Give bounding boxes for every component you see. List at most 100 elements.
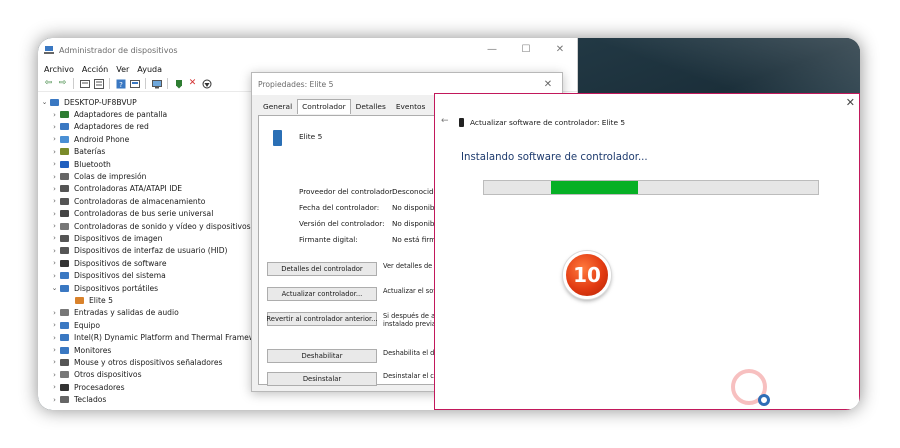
show-list-icon[interactable] <box>79 78 90 89</box>
maximize-button[interactable]: ☐ <box>509 38 543 62</box>
back-arrow-icon[interactable]: ← <box>441 116 449 126</box>
tree-item-label: Intel(R) Dynamic Platform and Thermal Fr… <box>74 333 256 343</box>
processor-icon <box>59 383 70 392</box>
tree-item-label: Adaptadores de pantalla <box>74 110 168 120</box>
toolbar-separator <box>145 78 146 89</box>
update-driver-wizard: ✕ ← Actualizar software de controlador: … <box>434 93 860 410</box>
toolbar-separator <box>73 78 74 89</box>
portable-device-icon <box>273 130 282 146</box>
chevron-right-icon[interactable]: › <box>50 321 59 329</box>
info-label: Fecha del controlador: <box>299 203 380 212</box>
chevron-right-icon[interactable]: › <box>50 383 59 391</box>
view-icon[interactable] <box>129 78 140 89</box>
chevron-right-icon[interactable]: › <box>50 247 59 255</box>
chevron-down-icon[interactable]: ⌄ <box>50 284 59 292</box>
chevron-right-icon[interactable]: › <box>50 234 59 242</box>
tree-item-label: Elite 5 <box>89 295 113 305</box>
close-button[interactable]: ✕ <box>543 38 577 62</box>
properties-icon[interactable] <box>93 78 104 89</box>
device-manager-icon <box>44 45 54 55</box>
rollback-driver-button[interactable]: Revertir al controlador anterior... <box>266 312 378 326</box>
chevron-right-icon[interactable]: › <box>50 160 59 168</box>
scan-hardware-icon[interactable] <box>151 78 162 89</box>
chevron-right-icon[interactable]: › <box>50 309 59 317</box>
disable-device-icon[interactable] <box>201 78 212 89</box>
uninstall-icon[interactable]: ✕ <box>187 78 198 89</box>
chevron-right-icon[interactable]: › <box>50 210 59 218</box>
update-driver-icon[interactable] <box>173 78 184 89</box>
bluetooth-icon <box>59 160 70 169</box>
phone-icon <box>59 135 70 144</box>
unknown-device-icon <box>59 370 70 379</box>
info-label: Firmante digital: <box>299 235 358 244</box>
properties-close-button[interactable]: ✕ <box>534 79 562 90</box>
tab-controlador[interactable]: Controlador <box>297 99 351 114</box>
minimize-button[interactable]: — <box>475 38 509 62</box>
tree-item-label: Teclados <box>74 395 107 405</box>
svg-text:?: ? <box>119 81 123 89</box>
tree-item-label: Adaptadores de red <box>74 122 149 132</box>
menu-accion[interactable]: Acción <box>82 65 108 74</box>
chevron-right-icon[interactable]: › <box>50 185 59 193</box>
wizard-close-button[interactable]: ✕ <box>846 96 855 109</box>
chevron-right-icon[interactable]: › <box>50 358 59 366</box>
portable-device-icon <box>59 284 70 293</box>
device-manager-title: Administrador de dispositivos <box>59 45 178 55</box>
menu-ayuda[interactable]: Ayuda <box>137 65 162 74</box>
window-controls: — ☐ ✕ <box>475 38 577 62</box>
chevron-right-icon[interactable]: › <box>50 346 59 354</box>
uninstall-button[interactable]: Desinstalar <box>267 372 377 386</box>
driver-details-button[interactable]: Detalles del controlador <box>267 262 377 276</box>
tree-item-label: Entradas y salidas de audio <box>74 308 179 318</box>
help-icon[interactable]: ? <box>115 78 126 89</box>
chevron-right-icon[interactable]: › <box>50 123 59 131</box>
screenshot-frame: Administrador de dispositivos — ☐ ✕ Arch… <box>38 38 860 410</box>
forward-arrow-icon[interactable]: ⇨ <box>57 78 68 89</box>
update-driver-button[interactable]: Actualizar controlador... <box>267 287 377 301</box>
tree-item-label: Controladoras de sonido y vídeo y dispos… <box>74 221 251 231</box>
menu-ver[interactable]: Ver <box>116 65 129 74</box>
toolbar-separator <box>109 78 110 89</box>
hid-icon <box>59 246 70 255</box>
tree-item-label: Baterías <box>74 147 106 157</box>
chevron-right-icon[interactable]: › <box>50 111 59 119</box>
portable-device-icon <box>74 296 85 305</box>
tree-item-label: Controladoras ATA/ATAPI IDE <box>74 184 183 194</box>
ide-controller-icon <box>59 184 70 193</box>
monitor-icon <box>59 346 70 355</box>
tree-item-label: Controladoras de almacenamiento <box>74 196 206 206</box>
tree-item-label: Android Phone <box>74 134 130 144</box>
software-device-icon <box>59 259 70 268</box>
tree-item-label: Monitores <box>74 345 112 355</box>
chevron-right-icon[interactable]: › <box>50 371 59 379</box>
wizard-header-text: Actualizar software de controlador: Elit… <box>470 118 626 127</box>
chevron-down-icon[interactable]: ⌄ <box>40 98 49 106</box>
network-adapter-icon <box>59 122 70 131</box>
tab-detalles[interactable]: Detalles <box>351 99 391 114</box>
chevron-right-icon[interactable]: › <box>50 396 59 404</box>
wizard-header: Actualizar software de controlador: Elit… <box>459 118 625 127</box>
disable-button[interactable]: Deshabilitar <box>267 349 377 363</box>
tree-item-label: Dispositivos de software <box>74 258 167 268</box>
menu-archivo[interactable]: Archivo <box>44 65 74 74</box>
chevron-right-icon[interactable]: › <box>50 173 59 181</box>
camera-icon <box>59 234 70 243</box>
install-progress-fill <box>550 181 638 194</box>
chevron-right-icon[interactable]: › <box>50 135 59 143</box>
audio-icon <box>59 308 70 317</box>
wizard-status: Instalando software de controlador... <box>461 152 648 163</box>
tab-general[interactable]: General <box>258 99 297 114</box>
chevron-right-icon[interactable]: › <box>50 259 59 267</box>
back-arrow-icon[interactable]: ⇦ <box>43 78 54 89</box>
tree-item[interactable]: › Teclados <box>40 393 290 405</box>
tree-item-label: Dispositivos de interfaz de usuario (HID… <box>74 246 228 256</box>
chevron-right-icon[interactable]: › <box>50 148 59 156</box>
chevron-right-icon[interactable]: › <box>50 272 59 280</box>
tab-eventos[interactable]: Eventos <box>391 99 431 114</box>
chevron-right-icon[interactable]: › <box>50 222 59 230</box>
chevron-right-icon[interactable]: › <box>50 334 59 342</box>
monitor-icon <box>59 321 70 330</box>
tree-item-label: Otros dispositivos <box>74 370 142 380</box>
chevron-right-icon[interactable]: › <box>50 197 59 205</box>
tree-item-label: Bluetooth <box>74 159 111 169</box>
